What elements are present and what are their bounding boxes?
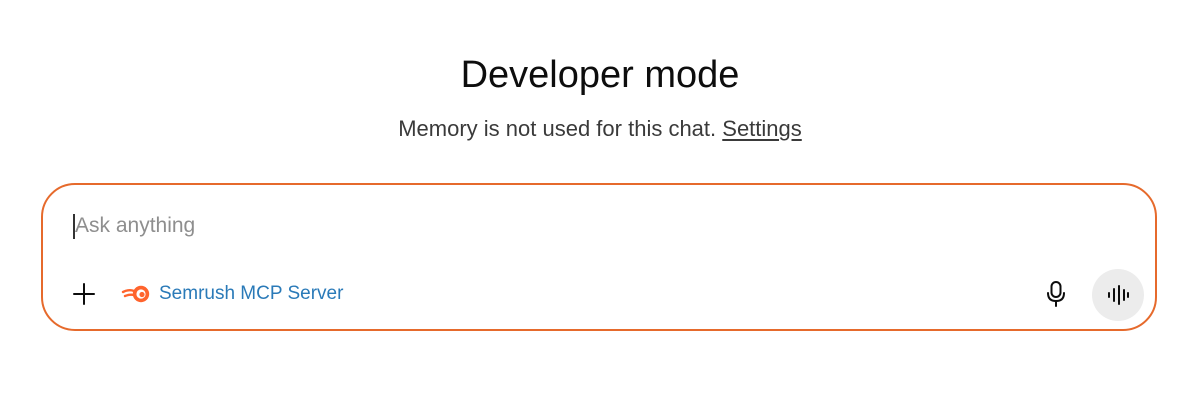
voice-waveform-icon	[1108, 285, 1129, 305]
dictate-button[interactable]	[1039, 277, 1073, 311]
page-title: Developer mode	[460, 54, 740, 96]
microphone-icon	[1047, 281, 1065, 307]
page: Developer mode Memory is not used for th…	[0, 0, 1200, 409]
text-caret	[73, 214, 75, 239]
add-attachment-button[interactable]	[67, 277, 101, 311]
chat-composer: Semrush MCP Server	[41, 183, 1157, 331]
voice-mode-button[interactable]	[1092, 269, 1144, 321]
memory-notice: Memory is not used for this chat. Settin…	[0, 115, 1200, 143]
plus-icon	[73, 283, 95, 305]
semrush-logo-icon	[121, 285, 150, 303]
semrush-mcp-server-chip[interactable]: Semrush MCP Server	[121, 279, 343, 309]
prompt-input[interactable]	[73, 211, 975, 241]
tool-chip-label: Semrush MCP Server	[159, 283, 344, 304]
settings-link[interactable]: Settings	[722, 116, 802, 141]
memory-notice-text: Memory is not used for this chat.	[398, 116, 717, 141]
